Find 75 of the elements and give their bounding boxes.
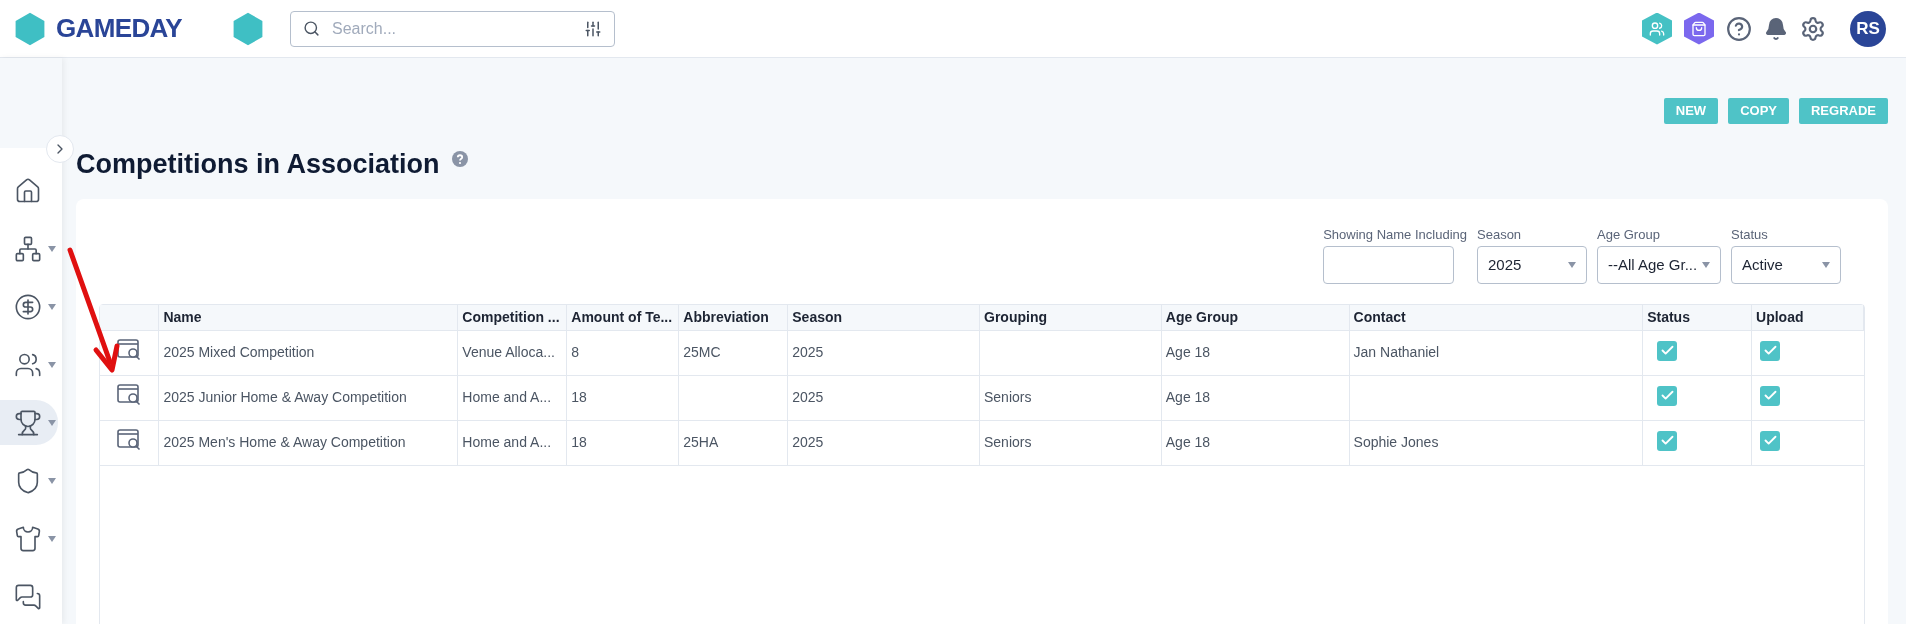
chat-icon bbox=[14, 582, 42, 611]
checkbox[interactable] bbox=[1657, 340, 1678, 361]
help-icon[interactable] bbox=[451, 151, 468, 168]
search-field[interactable]: Search... bbox=[290, 10, 615, 47]
page-title: Competitions in Association bbox=[76, 148, 440, 181]
table-cell: Seniors bbox=[984, 389, 1032, 405]
caret-icon bbox=[48, 303, 56, 310]
trophy-icon bbox=[14, 408, 42, 437]
table-cell: 25HA bbox=[683, 434, 719, 450]
column-header[interactable]: Age Group bbox=[1161, 305, 1350, 330]
search-input[interactable]: Search... bbox=[332, 16, 572, 41]
filter-label: Showing Name Including bbox=[1323, 225, 1467, 244]
sidebar-item[interactable] bbox=[0, 400, 58, 445]
table-cell: 2025 Mixed Competition bbox=[163, 344, 315, 360]
filter-dropdown[interactable]: 2025 bbox=[1477, 246, 1587, 284]
column-header[interactable]: Competition ... bbox=[457, 305, 567, 330]
column-header[interactable]: Season bbox=[787, 305, 980, 330]
checkbox[interactable] bbox=[1657, 430, 1678, 451]
table-cell: Age 18 bbox=[1165, 344, 1211, 360]
column-header[interactable]: Amount of Te... bbox=[566, 305, 679, 330]
table-cell: 18 bbox=[571, 389, 587, 405]
column-header[interactable]: Status bbox=[1642, 305, 1752, 330]
checkbox[interactable] bbox=[1760, 385, 1781, 406]
filter-label: Age Group bbox=[1597, 225, 1661, 244]
filter-label: Season bbox=[1477, 225, 1523, 244]
checkbox[interactable] bbox=[1760, 340, 1781, 361]
table-cell: 2025 bbox=[792, 434, 824, 450]
filter-label: Status bbox=[1731, 225, 1769, 244]
table-cell: Sophie Jones bbox=[1353, 434, 1439, 450]
column-header[interactable]: Grouping bbox=[979, 305, 1162, 330]
table-cell: Age 18 bbox=[1165, 389, 1211, 405]
table-cell: Venue Alloca... bbox=[462, 344, 555, 360]
column-header[interactable]: Name bbox=[158, 305, 458, 330]
table-cell: 25MC bbox=[683, 344, 721, 360]
table-cell: 8 bbox=[571, 344, 580, 360]
table-cell: 2025 bbox=[792, 344, 824, 360]
name-filter-field[interactable] bbox=[1323, 246, 1455, 284]
window-search-icon[interactable] bbox=[117, 338, 142, 361]
caret-icon bbox=[48, 245, 56, 252]
notification-icon[interactable] bbox=[1764, 16, 1788, 41]
table-cell: 18 bbox=[571, 434, 587, 450]
dropdown-caret-icon bbox=[1568, 262, 1576, 268]
dropdown-caret-icon bbox=[1822, 262, 1830, 268]
table-cell: Seniors bbox=[984, 434, 1032, 450]
brand-name: GAMEDAY bbox=[56, 12, 182, 45]
checkbox[interactable] bbox=[1657, 385, 1678, 406]
column-header[interactable]: Abbreviation bbox=[678, 305, 788, 330]
window-search-icon[interactable] bbox=[117, 428, 142, 451]
user-avatar[interactable]: RS bbox=[1850, 10, 1886, 47]
table-cell: Jan Nathaniel bbox=[1353, 344, 1440, 360]
caret-icon bbox=[48, 477, 56, 484]
search-icon bbox=[303, 20, 320, 37]
shirt-icon bbox=[14, 524, 42, 553]
caret-icon bbox=[48, 419, 56, 426]
settings-icon[interactable] bbox=[1800, 15, 1826, 42]
dollar-icon bbox=[14, 292, 42, 321]
filter-icon[interactable] bbox=[584, 19, 602, 38]
table-cell: 2025 Junior Home & Away Competition bbox=[163, 389, 407, 405]
table-cell: Age 18 bbox=[1165, 434, 1211, 450]
caret-icon bbox=[48, 535, 56, 542]
dropdown-caret-icon bbox=[1702, 262, 1710, 268]
column-header[interactable]: Contact bbox=[1349, 305, 1643, 330]
home-icon bbox=[14, 176, 42, 205]
column-header[interactable]: Upload bbox=[1751, 305, 1864, 330]
table-cell: Home and A... bbox=[462, 389, 552, 405]
checkbox[interactable] bbox=[1760, 430, 1781, 451]
hierarchy-icon bbox=[14, 234, 42, 263]
table-cell: 2025 bbox=[792, 389, 824, 405]
help-icon[interactable] bbox=[1726, 15, 1752, 42]
table-cell: Home and A... bbox=[462, 434, 552, 450]
caret-icon bbox=[48, 361, 56, 368]
table-cell: 2025 Men's Home & Away Competition bbox=[163, 434, 406, 450]
filter-dropdown[interactable]: Active bbox=[1731, 246, 1841, 284]
filter-dropdown[interactable]: --All Age Gr... bbox=[1597, 246, 1721, 284]
window-search-icon[interactable] bbox=[117, 383, 142, 406]
